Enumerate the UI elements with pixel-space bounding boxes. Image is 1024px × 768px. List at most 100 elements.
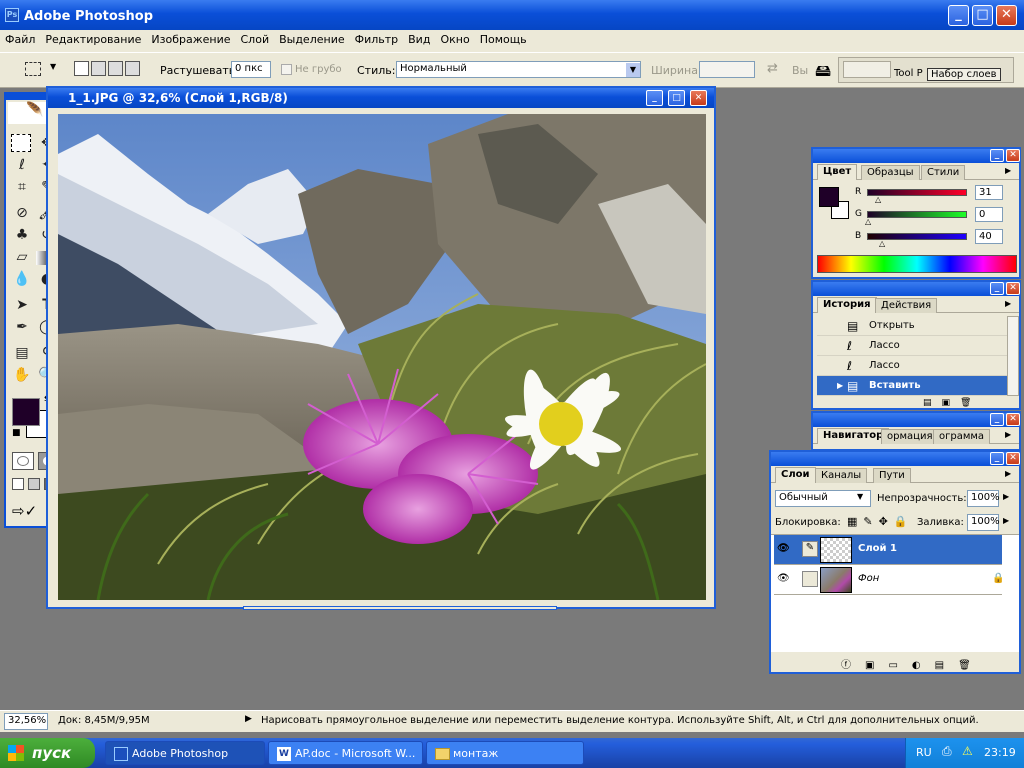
standard-mode-icon[interactable] — [12, 452, 34, 470]
opacity-input[interactable]: 100% — [967, 490, 1000, 507]
fill-arrow-icon[interactable]: ▶ — [1003, 516, 1009, 525]
menu-item[interactable]: Фильтр — [350, 30, 404, 49]
color-panel-close[interactable]: ✕ — [1006, 149, 1020, 162]
visibility-eye-icon[interactable]: 👁 — [777, 543, 790, 554]
history-scrollbar[interactable] — [1007, 316, 1019, 396]
task-word[interactable]: W AP.doc - Microsoft W... — [268, 741, 423, 765]
blur-tool-icon[interactable]: 💧 — [11, 268, 33, 290]
clone-stamp-tool-icon[interactable]: ♣ — [11, 224, 33, 246]
lasso-tool-icon[interactable]: ℓ — [11, 154, 33, 176]
menu-item[interactable]: Выделение — [274, 30, 350, 49]
visibility-eye-icon[interactable]: 👁 — [777, 573, 790, 584]
document-hscroll-bar[interactable] — [243, 606, 557, 610]
maximize-button[interactable]: □ — [972, 5, 993, 26]
tab-styles[interactable]: Стили — [921, 165, 966, 180]
history-item[interactable]: ℓ Лассо — [817, 356, 1007, 376]
layer-row-selected[interactable]: 👁 ✎ Слой 1 — [774, 535, 1002, 565]
crop-tool-icon[interactable]: ⌗ — [11, 176, 33, 198]
jump-to-imageready-icon[interactable]: ⇨✓ — [12, 502, 37, 520]
foreground-color-swatch[interactable] — [12, 398, 40, 426]
layers-panel-close[interactable]: ✕ — [1006, 452, 1020, 465]
history-panel-close[interactable]: ✕ — [1006, 282, 1020, 295]
tab-layers[interactable]: Слои — [775, 467, 816, 483]
g-slider[interactable] — [867, 211, 967, 218]
notes-tool-icon[interactable]: ▤ — [11, 342, 33, 364]
menu-item[interactable]: Вид — [403, 30, 435, 49]
minimize-button[interactable]: _ — [948, 5, 969, 26]
menu-item[interactable]: Изображение — [146, 30, 235, 49]
menu-item[interactable]: Редактирование — [40, 30, 146, 49]
doc-minimize-button[interactable]: _ — [646, 90, 663, 106]
tab-history[interactable]: История — [817, 297, 877, 313]
doc-maximize-button[interactable]: □ — [668, 90, 685, 106]
tab-color[interactable]: Цвет — [817, 164, 858, 180]
navigator-panel-close[interactable]: ✕ — [1006, 413, 1020, 426]
g-slider-thumb[interactable]: △ — [865, 217, 871, 226]
r-slider[interactable] — [867, 189, 967, 196]
tab-navigator[interactable]: Навигатор — [817, 428, 890, 444]
width-input[interactable] — [699, 61, 755, 78]
marquee-tool-icon[interactable] — [11, 134, 31, 152]
task-folder[interactable]: монтаж — [426, 741, 584, 765]
layers-footer-icons[interactable]: ⓕ▣▭◐▤🗑 — [841, 656, 985, 671]
color-spectrum-bar[interactable] — [817, 255, 1017, 273]
layer-sets-tab[interactable]: Набор слоев — [927, 68, 1001, 81]
b-input[interactable]: 40 — [975, 229, 1003, 244]
tray-network-icon[interactable]: ⚠ — [962, 744, 973, 758]
navigator-panel-menu-icon[interactable]: ▶ — [1005, 430, 1011, 439]
history-item-selected[interactable]: ▶ ▤ Вставить — [817, 376, 1007, 396]
color-fg-swatch[interactable] — [819, 187, 839, 207]
blend-mode-dropdown-icon[interactable]: ▼ — [857, 492, 863, 501]
tool-presets-tab[interactable]: Tool P — [894, 68, 923, 79]
history-item[interactable]: ℓ Лассо — [817, 336, 1007, 356]
tab-swatches[interactable]: Образцы — [861, 165, 920, 180]
g-input[interactable]: 0 — [975, 207, 1003, 222]
status-arrow-icon[interactable]: ▶ — [245, 714, 252, 724]
path-selection-tool-icon[interactable]: ➤ — [11, 294, 33, 316]
default-colors-icon[interactable]: ■ — [12, 428, 21, 438]
file-browser-icon[interactable]: 🖴 — [815, 60, 831, 87]
color-panel-menu-icon[interactable]: ▶ — [1005, 166, 1011, 175]
eraser-tool-icon[interactable]: ▱ — [11, 246, 33, 268]
layer-row[interactable]: 👁 Фон 🔒 — [774, 565, 1004, 595]
hand-tool-icon[interactable]: ✋ — [11, 364, 33, 386]
close-button[interactable]: ✕ — [996, 5, 1017, 26]
doc-close-button[interactable]: ✕ — [690, 90, 707, 106]
tray-printer-icon[interactable]: ⎙ — [942, 744, 952, 759]
antialias-checkbox[interactable] — [281, 64, 292, 75]
task-photoshop[interactable]: Adobe Photoshop — [105, 741, 265, 765]
preset-dropdown-arrow-icon[interactable]: ▼ — [50, 62, 56, 71]
fill-input[interactable]: 100% — [967, 514, 1000, 531]
tab-paths[interactable]: Пути — [873, 468, 911, 483]
menu-item[interactable]: Слой — [236, 30, 275, 49]
history-panel-minimize[interactable]: _ — [990, 282, 1004, 295]
start-button[interactable]: пуск — [0, 738, 95, 768]
tab-actions[interactable]: Действия — [875, 298, 938, 313]
pen-tool-icon[interactable]: ✒ — [11, 316, 33, 338]
history-footer-icons[interactable]: ▤▣🗑 — [923, 398, 981, 408]
b-slider-thumb[interactable]: △ — [879, 239, 885, 248]
tab-channels[interactable]: Каналы — [815, 468, 868, 483]
language-indicator[interactable]: RU — [916, 746, 932, 759]
layers-panel-menu-icon[interactable]: ▶ — [1005, 469, 1011, 478]
lock-icons[interactable]: ▦✎✥🔒 — [847, 515, 914, 528]
tab-histogram[interactable]: ограмма — [933, 429, 991, 444]
selection-mode-icons[interactable] — [74, 61, 140, 78]
r-input[interactable]: 31 — [975, 185, 1003, 200]
menu-item[interactable]: Файл — [0, 30, 40, 49]
document-canvas-photo[interactable] — [58, 114, 706, 600]
history-item[interactable]: ▤ Открыть — [817, 316, 1007, 336]
style-dropdown-icon[interactable]: ▼ — [626, 63, 640, 77]
r-slider-thumb[interactable]: △ — [875, 195, 881, 204]
navigator-panel-minimize[interactable]: _ — [990, 413, 1004, 426]
layers-panel-minimize[interactable]: _ — [990, 452, 1004, 465]
brush-link-icon[interactable]: ✎ — [802, 541, 818, 557]
feather-input[interactable]: 0 пкс — [231, 61, 271, 78]
menu-item[interactable]: Помощь — [475, 30, 532, 49]
marquee-preset-icon[interactable] — [25, 62, 41, 76]
history-panel-menu-icon[interactable]: ▶ — [1005, 299, 1011, 308]
healing-brush-tool-icon[interactable]: ⊘ — [11, 202, 33, 224]
tab-info[interactable]: ормация — [881, 429, 939, 444]
style-select[interactable]: Нормальный — [396, 61, 641, 78]
zoom-input[interactable]: 32,56% — [4, 713, 48, 730]
